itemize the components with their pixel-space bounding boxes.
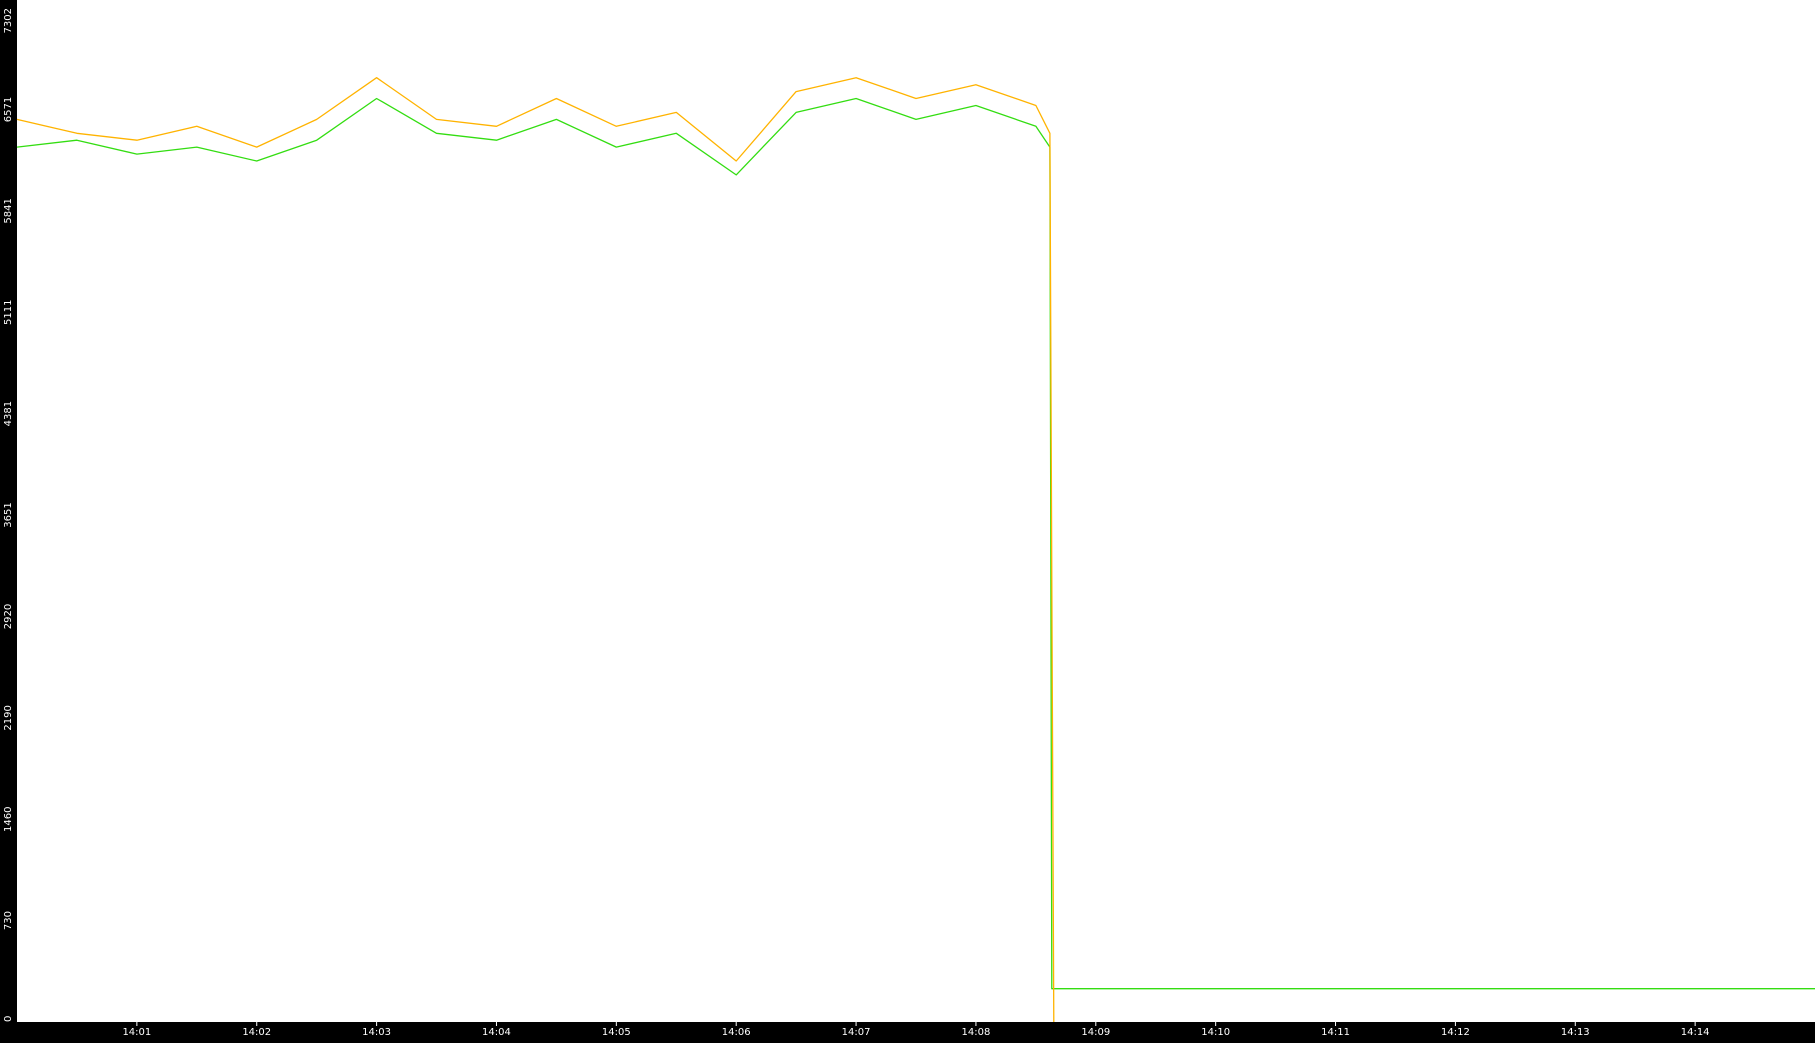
x-tick-label: 14:01 bbox=[122, 1027, 151, 1038]
y-tick-label: 5841 bbox=[3, 198, 14, 223]
plot-area bbox=[17, 0, 1815, 1022]
x-axis: 14:01 14:02 14:03 14:04 14:05 14:06 14:07 14:08… bbox=[122, 1022, 1710, 1038]
x-tick-label: 14:06 bbox=[722, 1027, 751, 1038]
x-tick-label: 14:05 bbox=[602, 1027, 631, 1038]
x-tick-label: 14:03 bbox=[362, 1027, 391, 1038]
x-tick-label: 14:11 bbox=[1321, 1027, 1350, 1038]
y-tick-label: 6571 bbox=[3, 97, 14, 122]
y-tick-label: 2190 bbox=[3, 705, 14, 730]
x-tick-label: 14:07 bbox=[842, 1027, 871, 1038]
y-tick-label: 7302 bbox=[3, 8, 14, 33]
y-tick-label: 1460 bbox=[3, 807, 14, 832]
y-tick-label: 4381 bbox=[3, 401, 14, 426]
y-tick-label: 5111 bbox=[3, 300, 14, 325]
x-tick-label: 14:02 bbox=[242, 1027, 271, 1038]
x-tick-label: 14:10 bbox=[1201, 1027, 1230, 1038]
line-chart: 0 730 1460 2190 2920 3651 4381 5111 5841 6571 7302… bbox=[3, 0, 1815, 1038]
y-tick-label: 730 bbox=[3, 911, 14, 930]
x-tick-label: 14:09 bbox=[1081, 1027, 1110, 1038]
y-axis: 0 730 1460 2190 2920 3651 4381 5111 5841 6571 7302 bbox=[3, 8, 14, 1022]
x-tick-label: 14:04 bbox=[482, 1027, 511, 1038]
x-tick-label: 14:12 bbox=[1441, 1027, 1470, 1038]
y-tick-label: 3651 bbox=[3, 502, 14, 527]
x-tick-label: 14:08 bbox=[962, 1027, 991, 1038]
x-tick-label: 14:13 bbox=[1561, 1027, 1590, 1038]
x-tick-label: 14:14 bbox=[1681, 1027, 1710, 1038]
y-tick-label: 0 bbox=[3, 1016, 14, 1022]
y-tick-label: 2920 bbox=[3, 604, 14, 629]
chart: 0 730 1460 2190 2920 3651 4381 5111 5841 6571 7302… bbox=[0, 0, 1815, 1039]
